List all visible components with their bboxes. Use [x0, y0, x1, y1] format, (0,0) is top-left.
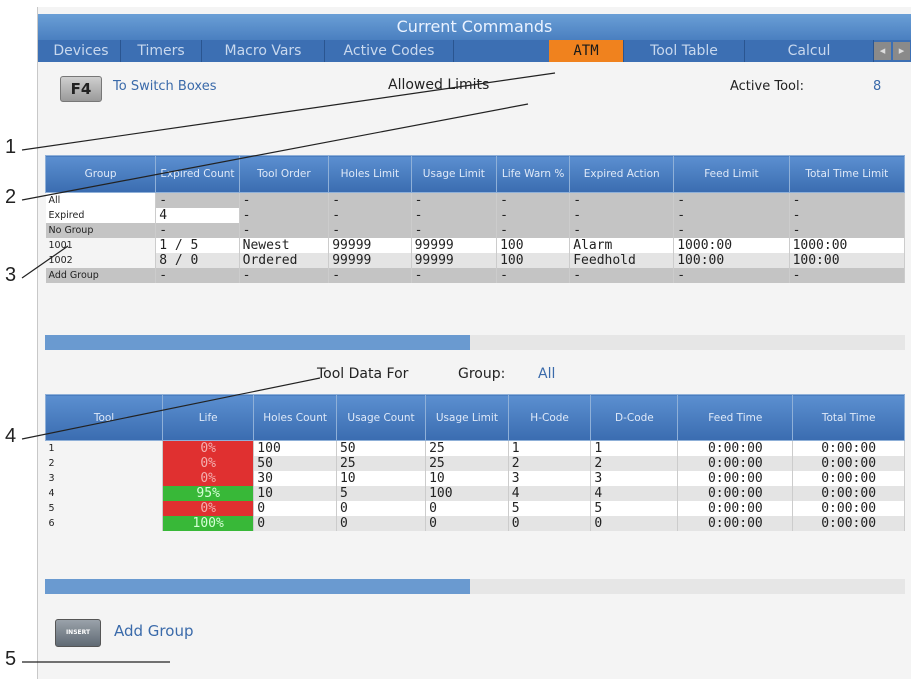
callout-1: 1 [5, 136, 17, 158]
callout-3: 3 [5, 264, 17, 286]
callout-5: 5 [5, 648, 17, 670]
callout-leader-lines [21, 72, 556, 663]
callout-line-3 [21, 245, 69, 279]
callout-4: 4 [5, 425, 17, 447]
callout-line-1 [21, 72, 556, 151]
callout-line-2 [21, 103, 529, 201]
callout-line-4 [21, 377, 321, 440]
callout-2: 2 [5, 186, 17, 208]
